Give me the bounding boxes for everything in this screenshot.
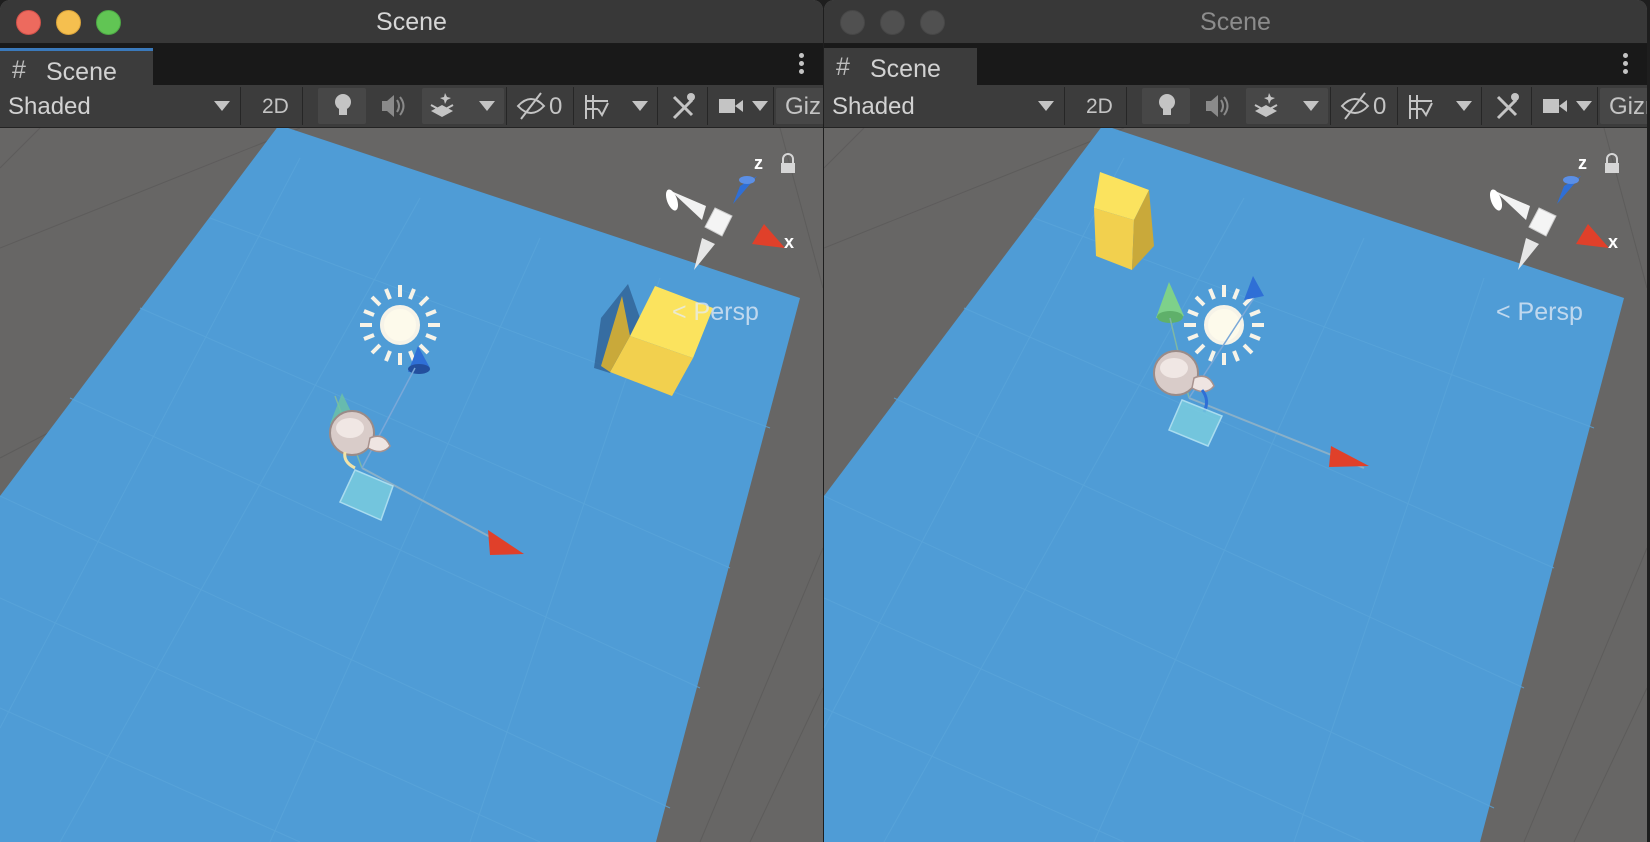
grid-hash-icon: # — [836, 53, 850, 81]
tab-scene[interactable]: # Scene — [0, 48, 153, 86]
camera-dropdown-arrow-icon[interactable] — [1576, 101, 1592, 111]
gizmo-z-label: z — [1578, 153, 1587, 173]
scene-viewport[interactable]: z x < Persp — [824, 128, 1647, 842]
title-bar[interactable]: Scene — [0, 0, 823, 44]
tools-icon[interactable] — [1492, 85, 1522, 127]
tab-bar: # Scene — [0, 44, 823, 86]
scene-toolbar: Shaded 2D 0 Giz — [0, 85, 823, 128]
projection-label: Persp — [1517, 298, 1583, 326]
grid-snap-icon[interactable] — [582, 85, 612, 127]
title-bar[interactable]: Scene — [824, 0, 1647, 44]
projection-toggle[interactable]: < Persp — [1496, 298, 1583, 327]
gizmos-button[interactable]: Giz — [785, 93, 821, 121]
scene-window-right: Scene # Scene Shaded 2D 0 Giz z x < Pers… — [824, 0, 1647, 842]
audio-icon[interactable] — [1202, 85, 1230, 127]
audio-icon[interactable] — [378, 85, 406, 127]
gizmo-x-label: x — [784, 232, 794, 252]
visibility-icon[interactable] — [1340, 85, 1370, 127]
shading-mode-dropdown[interactable]: Shaded — [824, 85, 1064, 127]
effects-icon[interactable] — [1252, 85, 1280, 127]
tab-scene-label: Scene — [870, 55, 941, 83]
grid-dropdown-arrow-icon[interactable] — [1456, 101, 1472, 111]
lock-icon[interactable] — [1603, 153, 1621, 175]
effects-icon[interactable] — [428, 85, 456, 127]
camera-icon[interactable] — [1540, 85, 1570, 127]
chevron-left-icon: < — [1496, 298, 1518, 326]
scene-toolbar: Shaded 2D 0 Giz — [824, 85, 1647, 128]
grid-dropdown-arrow-icon[interactable] — [632, 101, 648, 111]
grid-snap-icon[interactable] — [1406, 85, 1436, 127]
camera-dropdown-arrow-icon[interactable] — [752, 101, 768, 111]
gizmo-z-label: z — [754, 153, 763, 173]
tab-scene-label: Scene — [46, 58, 117, 86]
grid-hash-icon: # — [12, 56, 26, 84]
tab-scene[interactable]: # Scene — [824, 48, 977, 85]
visibility-icon[interactable] — [516, 85, 546, 127]
2d-toggle-button[interactable]: 2D — [1086, 95, 1113, 119]
directional-light-icon[interactable] — [360, 285, 440, 365]
hidden-object-count: 0 — [1373, 93, 1387, 120]
dropdown-arrow-icon — [214, 101, 230, 111]
shading-mode-dropdown[interactable]: Shaded — [0, 85, 240, 127]
hidden-object-count: 0 — [549, 93, 563, 120]
lightbulb-icon[interactable] — [330, 85, 356, 127]
kebab-menu-icon[interactable] — [1623, 53, 1629, 77]
tools-icon[interactable] — [668, 85, 698, 127]
scene-viewport[interactable]: z x < Persp — [0, 128, 823, 842]
2d-toggle-button[interactable]: 2D — [262, 95, 289, 119]
effects-dropdown-arrow-icon[interactable] — [1303, 101, 1319, 111]
kebab-menu-icon[interactable] — [799, 53, 805, 77]
window-title: Scene — [376, 8, 447, 36]
scene-window-left: Scene # Scene Shaded 2D 0 Giz z x < Pers… — [0, 0, 823, 842]
projection-label: Persp — [693, 298, 759, 326]
camera-icon[interactable] — [716, 85, 746, 127]
shading-mode-label: Shaded — [8, 93, 91, 120]
shading-mode-label: Shaded — [832, 93, 915, 120]
lightbulb-icon[interactable] — [1154, 85, 1180, 127]
gizmos-button[interactable]: Gizm — [1609, 93, 1647, 121]
chevron-left-icon: < — [672, 298, 694, 326]
dropdown-arrow-icon — [1038, 101, 1054, 111]
tab-bar: # Scene — [824, 44, 1647, 85]
lock-icon[interactable] — [779, 153, 797, 175]
gizmo-x-label: x — [1608, 232, 1618, 252]
window-title: Scene — [1200, 8, 1271, 36]
effects-dropdown-arrow-icon[interactable] — [479, 101, 495, 111]
projection-toggle[interactable]: < Persp — [672, 298, 759, 327]
